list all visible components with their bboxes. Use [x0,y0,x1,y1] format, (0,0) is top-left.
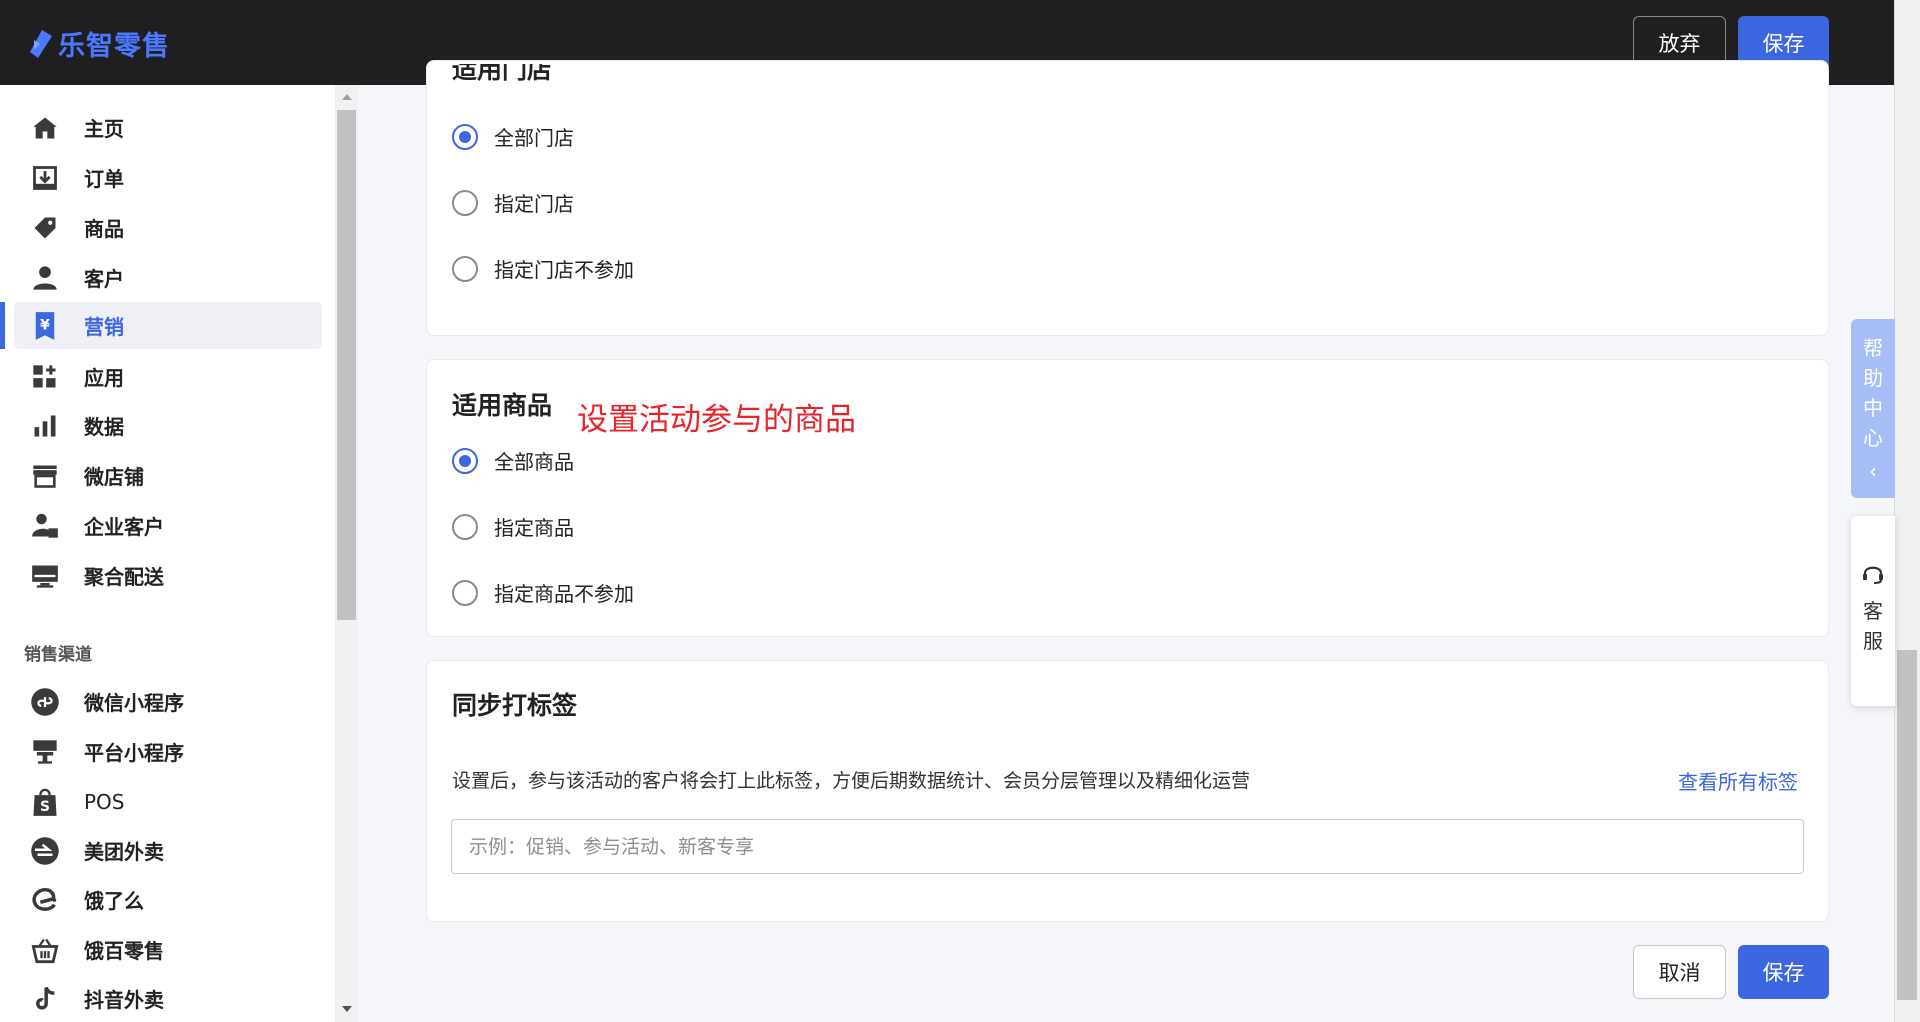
sidebar-item-home[interactable]: 主页 [14,104,322,151]
radio-button[interactable] [452,513,478,540]
sidebar-item-label: 应用 [84,366,124,390]
sidebar-item-label: 企业客户 [84,515,164,539]
sidebar-item-enterprise-customers[interactable]: 企业客户 [14,502,322,549]
sidebar-item-eleme[interactable]: 饿了么 [14,876,322,923]
customer-service-label: 客服 [1863,599,1883,653]
sync-tag-title: 同步打标签 [452,691,578,720]
sidebar-item-meituan[interactable]: 美团外卖 [14,827,322,874]
radio-all-stores[interactable]: 全部门店 [452,122,574,151]
headset-icon [1861,562,1885,590]
sidebar-item-douyin[interactable]: 抖音外卖 [14,975,322,1022]
radio-specified-products[interactable]: 指定商品 [452,512,574,541]
home-icon [30,113,60,143]
help-center-tab[interactable]: 帮助中心 ‹ [1851,319,1895,498]
radio-exclude-stores[interactable]: 指定门店不参加 [452,254,634,283]
sidebar-item-label: 聚合配送 [84,565,164,589]
store-scope-title: 适用门店 [452,64,553,84]
tag-input[interactable] [451,819,1804,874]
cancel-button[interactable]: 取消 [1633,945,1726,999]
product-scope-title: 适用商品 [452,391,553,420]
apps-grid-icon [30,362,60,392]
window-scrollbar-thumb[interactable] [1897,650,1917,1000]
radio-label: 指定商品 [494,516,574,540]
sidebar-item-label: 数据 [84,415,124,439]
sidebar-item-label: 微店铺 [84,465,144,489]
person-icon [30,263,60,293]
view-all-tags-link[interactable]: 查看所有标签 [1678,766,1798,795]
annotation-text: 设置活动参与的商品 [577,402,856,438]
logo[interactable]: 乐智零售 [28,24,170,63]
sidebar-item-customers[interactable]: 客户 [14,254,322,301]
radio-button[interactable] [452,189,478,216]
sidebar-item-apps[interactable]: 应用 [14,353,322,400]
scroll-down-arrow-icon[interactable] [342,1006,352,1012]
sidebar-item-label: 订单 [84,167,124,191]
sidebar-scrollbar-thumb[interactable] [337,110,356,620]
sidebar-item-label: 饿百零售 [84,939,164,963]
storefront-icon [30,461,60,491]
store-scope-card [426,60,1829,336]
platform-miniprogram-icon [30,737,60,767]
radio-label: 全部门店 [494,126,574,150]
sidebar-item-platform-miniprogram[interactable]: 平台小程序 [14,728,322,775]
radio-button[interactable] [452,123,478,150]
tiktok-icon [30,984,60,1014]
sidebar-item-delivery[interactable]: 聚合配送 [14,552,322,599]
radio-button[interactable] [452,447,478,474]
logo-icon [30,29,52,58]
radio-label: 全部商品 [494,450,574,474]
sidebar-item-products[interactable]: 商品 [14,204,322,251]
wechat-miniprogram-icon [30,687,60,717]
sidebar-item-label: 商品 [84,217,124,241]
store-scope-title-clip: 适用门店 [452,64,652,86]
radio-button[interactable] [452,579,478,606]
sidebar-item-marketing[interactable]: ¥ 营销 [14,302,322,349]
radio-button[interactable] [452,255,478,282]
basket-icon [30,935,60,965]
sidebar-item-wechat-miniprogram[interactable]: 微信小程序 [14,678,322,725]
sidebar-item-pos[interactable]: S POS [14,778,322,825]
svg-text:¥: ¥ [40,317,50,333]
bar-chart-icon [30,411,60,441]
sidebar-item-ebai-retail[interactable]: 饿百零售 [14,926,322,973]
sidebar-item-label: 抖音外卖 [84,988,164,1012]
chevron-left-icon: ‹ [1869,459,1877,483]
shopping-bag-icon: S [30,787,60,817]
sidebar-item-label: 营销 [84,315,124,339]
meituan-icon [30,836,60,866]
sidebar-item-label: 平台小程序 [84,741,184,765]
active-indicator [0,302,5,349]
radio-label: 指定门店 [494,192,574,216]
sidebar-item-label: 微信小程序 [84,691,184,715]
sync-tag-description: 设置后，参与该活动的客户将会打上此标签，方便后期数据统计、会员分层管理以及精细化… [452,770,1251,792]
sidebar-item-label: 饿了么 [84,889,144,913]
svg-text:S: S [40,799,50,815]
radio-specified-stores[interactable]: 指定门店 [452,188,574,217]
marketing-yen-icon: ¥ [30,311,60,341]
help-center-label: 帮助中心 [1863,336,1883,450]
customer-service-tab[interactable]: 客服 [1851,516,1895,706]
sidebar-item-label: 美团外卖 [84,840,164,864]
logo-text: 乐智零售 [58,31,170,62]
monitor-icon [30,561,60,591]
order-download-icon [30,163,60,193]
radio-all-products[interactable]: 全部商品 [452,446,574,475]
sidebar-item-orders[interactable]: 订单 [14,154,322,201]
save-button-bottom[interactable]: 保存 [1738,945,1829,999]
radio-label: 指定门店不参加 [494,258,634,282]
sidebar-item-label: POS [84,789,125,814]
sidebar-item-label: 主页 [84,117,124,141]
radio-label: 指定商品不参加 [494,582,634,606]
sales-channel-heading: 销售渠道 [24,645,92,665]
sidebar-item-data[interactable]: 数据 [14,402,322,449]
eleme-icon [30,885,60,915]
tag-icon [30,213,60,243]
scroll-up-arrow-icon[interactable] [342,94,352,100]
sidebar-item-microstore[interactable]: 微店铺 [14,452,322,499]
enterprise-user-icon [30,511,60,541]
radio-exclude-products[interactable]: 指定商品不参加 [452,578,634,607]
sidebar-item-label: 客户 [84,267,124,291]
